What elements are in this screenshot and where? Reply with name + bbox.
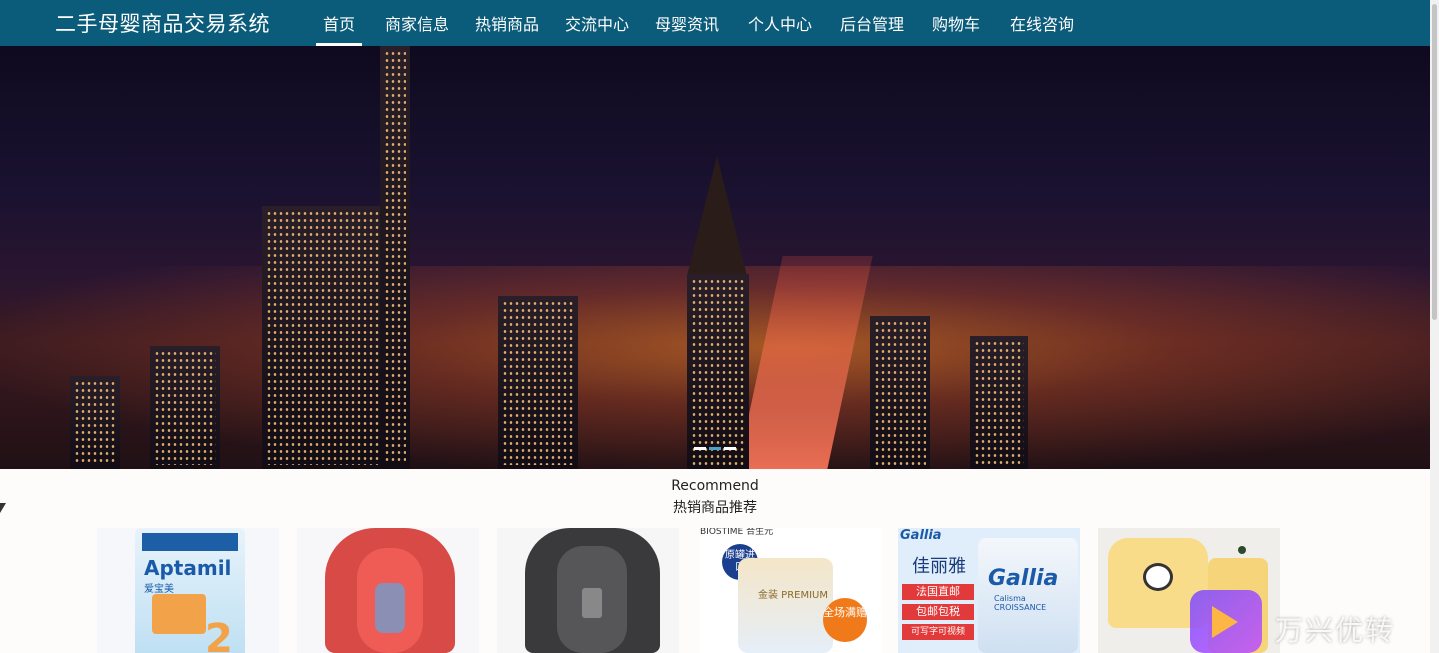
tower-spire [687,156,747,276]
carousel-dot-3[interactable] [724,447,736,450]
product-label: 佳丽雅 [912,556,966,577]
nav-item-home[interactable]: 首页 [323,11,355,35]
nav-item-hot-products[interactable]: 热销商品 [475,11,539,35]
product-label: 金装 PREMIUM [758,590,828,601]
site-title[interactable]: 二手母婴商品交易系统 [55,8,270,38]
recommend-title-en: Recommend [671,478,759,494]
mouse-cursor-icon [0,503,6,513]
product-card-red-car-seat[interactable] [297,528,479,653]
panda-icon [1143,563,1173,591]
top-navbar: 二手母婴商品交易系统 首页 商家信息 热销商品 交流中心 母婴资讯 个人中心 后… [0,0,1430,46]
product-card-biostime[interactable]: BIOSTIME 合生元 原罐进口 金装 PREMIUM 全场满赠 [700,528,882,653]
nav-item-forum[interactable]: 交流中心 [565,11,629,35]
product-tag: 可写字可视频 [902,624,974,640]
product-label: 爱宝美 [144,584,174,595]
skyscraper [498,296,578,469]
product-card-grey-car-seat[interactable] [497,528,679,653]
skyscraper [70,376,120,469]
skyscraper [870,316,930,469]
skyscraper [687,274,749,469]
carousel-dot-2[interactable] [709,447,721,450]
carousel-dot-1[interactable] [694,447,706,450]
recommend-title-cn: 热销商品推荐 [673,500,757,516]
product-card-aptamil[interactable]: Aptamil 爱宝美 2 [97,528,279,653]
watermark-text: 万兴优转 [1275,614,1396,647]
banner-carousel[interactable] [0,46,1430,469]
nav-item-cart[interactable]: 购物车 [932,11,980,35]
nav-item-consult[interactable]: 在线咨询 [1010,11,1074,35]
product-badge: 2 [205,616,233,653]
product-sub: Calisma CROISSANCE [994,594,1047,612]
product-brand: Gallia [988,566,1059,591]
product-tag: 包邮包税 [902,604,974,620]
nav-item-merchants[interactable]: 商家信息 [385,11,449,35]
skyscraper [262,206,390,469]
skyscraper [970,336,1028,469]
nav-item-news[interactable]: 母婴资讯 [655,11,719,35]
nav-item-profile[interactable]: 个人中心 [748,11,812,35]
product-brand: Aptamil [144,556,232,580]
nav-item-admin[interactable]: 后台管理 [840,11,904,35]
product-tag: 法国直邮 [902,584,974,600]
product-brand: BIOSTIME 合生元 [700,528,774,536]
skyscraper [150,346,220,469]
product-tag-promo: 全场满赠 [823,598,867,642]
scrollbar-thumb[interactable] [1432,4,1437,320]
product-card-gallia[interactable]: Gallia 佳丽雅 法国直邮 包邮包税 可写字可视频 Gallia Calis… [898,528,1080,653]
tall-spire-tower [380,46,410,469]
product-brand-small: Gallia [900,528,942,543]
formula-can-image [738,558,833,653]
play-logo-icon [1190,590,1262,653]
